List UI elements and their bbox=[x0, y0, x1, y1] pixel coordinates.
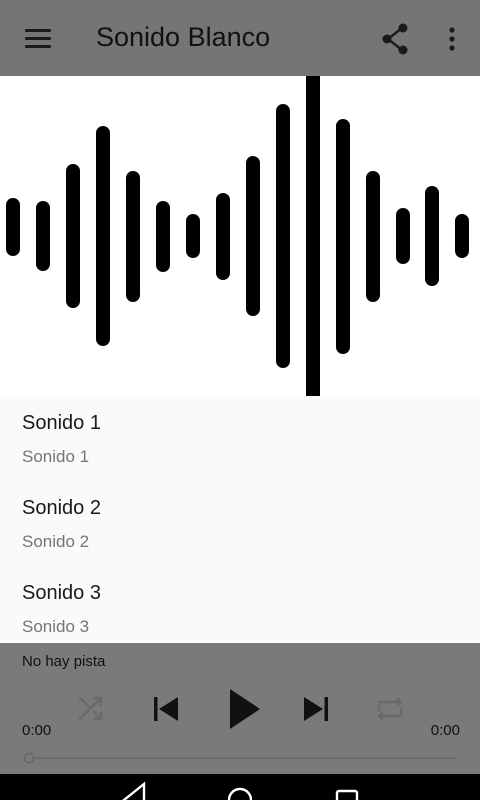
wave-bar bbox=[216, 193, 230, 280]
wave-bar bbox=[6, 198, 20, 256]
shuffle-icon[interactable] bbox=[67, 687, 115, 731]
sound-list: Sonido 1 Sonido 1 Sonido 2 Sonido 2 Soni… bbox=[0, 396, 480, 643]
wave-bar bbox=[425, 186, 439, 286]
repeat-icon[interactable] bbox=[366, 687, 414, 731]
system-nav-bar bbox=[0, 774, 480, 800]
list-item-subtitle: Sonido 2 bbox=[22, 532, 90, 551]
wave-bar bbox=[306, 76, 320, 396]
wave-bar bbox=[66, 164, 80, 308]
wave-bar bbox=[246, 156, 260, 316]
sound-wave-graphic bbox=[6, 76, 469, 396]
seek-bar[interactable] bbox=[24, 753, 456, 763]
wave-bar bbox=[336, 119, 350, 354]
wave-bar bbox=[186, 214, 200, 258]
seek-track bbox=[34, 757, 456, 759]
wave-bar bbox=[396, 208, 410, 264]
share-icon[interactable] bbox=[378, 20, 414, 58]
more-vert-icon[interactable] bbox=[436, 20, 468, 60]
home-icon[interactable] bbox=[220, 780, 260, 800]
list-item-subtitle: Sonido 3 bbox=[22, 617, 90, 636]
wave-bar bbox=[126, 171, 140, 302]
back-icon[interactable] bbox=[114, 780, 154, 800]
wave-bar bbox=[36, 201, 50, 271]
sound-wave-illustration bbox=[0, 76, 480, 396]
elapsed-time: 0:00 bbox=[22, 722, 52, 739]
wave-bar bbox=[276, 104, 290, 368]
total-time: 0:00 bbox=[430, 722, 460, 739]
list-item-title: Sonido 2 bbox=[22, 497, 101, 519]
list-item-title: Sonido 1 bbox=[22, 412, 101, 434]
play-icon[interactable] bbox=[218, 683, 270, 735]
media-player: No hay pista 0:00 0:00 bbox=[0, 643, 480, 774]
skip-next-icon[interactable] bbox=[292, 687, 340, 731]
seek-thumb[interactable] bbox=[24, 753, 34, 763]
wave-bar bbox=[156, 201, 170, 272]
list-item[interactable]: Sonido 3 Sonido 3 bbox=[0, 566, 480, 643]
list-item[interactable]: Sonido 1 Sonido 1 bbox=[0, 396, 480, 481]
recents-icon[interactable] bbox=[327, 780, 367, 800]
wave-bar bbox=[455, 214, 469, 258]
hamburger-menu-icon[interactable] bbox=[14, 16, 62, 60]
skip-previous-icon[interactable] bbox=[142, 687, 190, 731]
track-title: No hay pista bbox=[22, 653, 106, 670]
page-title: Sonido Blanco bbox=[96, 22, 271, 52]
wave-bar bbox=[366, 171, 380, 302]
wave-bar bbox=[96, 126, 110, 346]
list-item-subtitle: Sonido 1 bbox=[22, 447, 90, 466]
app-toolbar: Sonido Blanco bbox=[0, 0, 480, 76]
list-item[interactable]: Sonido 2 Sonido 2 bbox=[0, 481, 480, 566]
list-item-title: Sonido 3 bbox=[22, 582, 101, 604]
